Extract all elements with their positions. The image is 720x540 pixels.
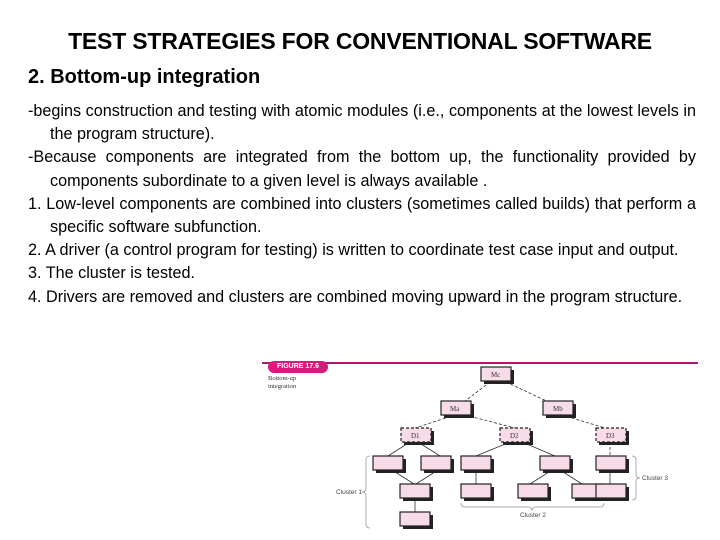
module-ma-label: Ma <box>450 405 460 413</box>
paragraph-functionality: -Because components are integrated from … <box>28 148 696 190</box>
component <box>372 455 404 471</box>
caption-line-1: Bottom-up <box>268 375 297 382</box>
cluster2-label: Cluster 2 <box>520 512 546 519</box>
cluster3-brace <box>631 455 641 501</box>
module-mc: Mc <box>480 366 514 384</box>
module-mb: Mb <box>542 400 576 418</box>
paragraph-atomic-modules: -begins construction and testing with at… <box>28 102 696 144</box>
driver-d1-label: D1 <box>411 432 420 440</box>
figure-caption: Bottom-up integration <box>268 375 296 391</box>
cluster1-components <box>372 455 454 529</box>
step-2: 2. A driver (a control program for testi… <box>28 241 679 260</box>
cluster3-label: Cluster 3 <box>642 475 668 482</box>
cluster1-brace <box>361 455 371 529</box>
module-mb-label: Mb <box>553 405 563 413</box>
module-mc-label: Mc <box>491 371 500 379</box>
cluster2-brace <box>460 502 605 512</box>
step-4: 4. Drivers are removed and clusters are … <box>28 287 683 306</box>
slide-body: -begins construction and testing with at… <box>28 100 696 309</box>
caption-line-2: integration <box>268 383 297 390</box>
step-3: 3. The cluster is tested. <box>28 264 196 283</box>
cluster1-label: Cluster 1 <box>336 489 362 496</box>
component <box>420 455 452 471</box>
component <box>399 483 431 499</box>
cluster2-components <box>460 455 605 501</box>
driver-d1: D1 <box>400 427 434 445</box>
slide-title: TEST STRATEGIES FOR CONVENTIONAL SOFTWAR… <box>68 28 652 54</box>
section-heading: 2. Bottom-up integration <box>28 66 261 88</box>
cluster3-components <box>595 455 629 501</box>
driver-d3: D3 <box>595 427 629 445</box>
driver-d3-label: D3 <box>606 432 615 440</box>
component <box>517 483 549 499</box>
component <box>595 455 627 471</box>
module-ma: Ma <box>440 400 474 418</box>
component <box>399 511 431 527</box>
component <box>460 455 492 471</box>
component <box>595 483 627 499</box>
bottom-up-integration-diagram: Mc Ma Mb D1 D2 D3 Cluster 1 Cluster 2 Cl… <box>336 366 668 529</box>
component <box>460 483 492 499</box>
driver-d2-label: D2 <box>510 432 519 440</box>
component <box>539 455 571 471</box>
driver-d2: D2 <box>499 427 533 445</box>
step-1: 1. Low-level components are combined int… <box>28 194 696 237</box>
